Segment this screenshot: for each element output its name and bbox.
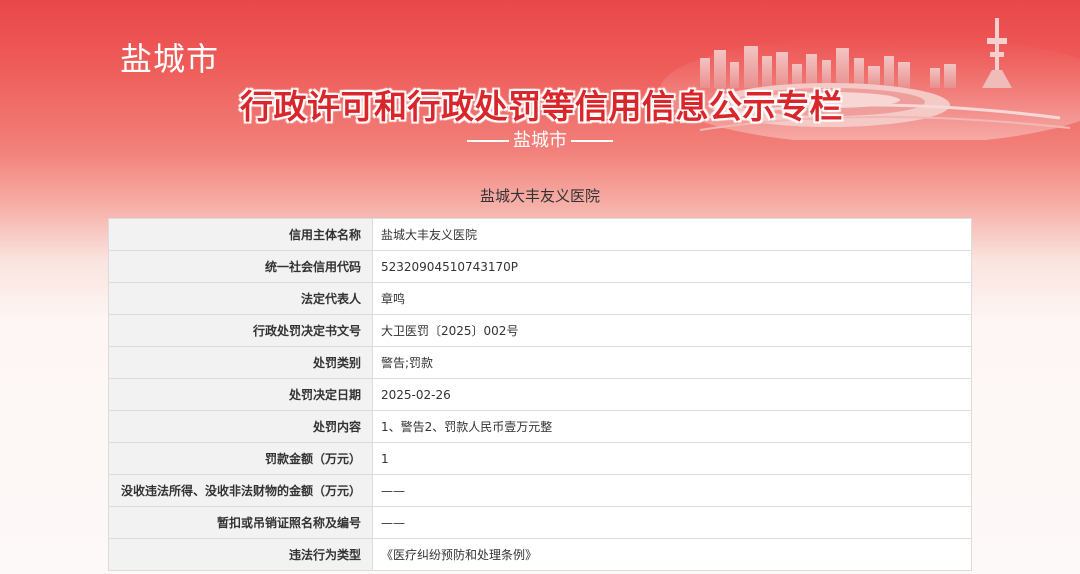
row-value: —— bbox=[372, 474, 972, 507]
row-value: 章鸣 bbox=[372, 282, 972, 315]
penalty-info-table: 信用主体名称 盐城大丰友义医院 统一社会信用代码 523209045107431… bbox=[108, 218, 972, 571]
table-row: 行政处罚决定书文号 大卫医罚〔2025〕002号 bbox=[108, 314, 972, 347]
banner: 盐城市 行政许可和行政处罚等信用信息公示专栏 盐城市 bbox=[0, 0, 1080, 190]
table-row: 没收违法所得、没收非法财物的金额（万元） —— bbox=[108, 474, 972, 507]
row-label: 罚款金额（万元） bbox=[108, 442, 373, 475]
row-value: 大卫医罚〔2025〕002号 bbox=[372, 314, 972, 347]
row-label: 法定代表人 bbox=[108, 282, 373, 315]
table-row: 信用主体名称 盐城大丰友义医院 bbox=[108, 218, 972, 251]
city-title: 盐城市 bbox=[120, 40, 220, 78]
row-label: 违法行为类型 bbox=[108, 538, 373, 571]
table-row: 处罚决定日期 2025-02-26 bbox=[108, 378, 972, 411]
subtitle: 盐城市 bbox=[0, 126, 1080, 152]
row-label: 处罚决定日期 bbox=[108, 378, 373, 411]
row-value: 警告;罚款 bbox=[372, 346, 972, 379]
table-row: 法定代表人 章鸣 bbox=[108, 282, 972, 315]
row-value: 盐城大丰友义医院 bbox=[372, 218, 972, 251]
row-value: 52320904510743170P bbox=[372, 250, 972, 283]
row-label: 行政处罚决定书文号 bbox=[108, 314, 373, 347]
table-row: 违法行为类型 《医疗纠纷预防和处理条例》 bbox=[108, 538, 972, 571]
table-row: 统一社会信用代码 52320904510743170P bbox=[108, 250, 972, 283]
page-title: 行政许可和行政处罚等信用信息公示专栏 bbox=[240, 87, 843, 126]
row-label: 统一社会信用代码 bbox=[108, 250, 373, 283]
row-value: —— bbox=[372, 506, 972, 539]
row-label: 处罚内容 bbox=[108, 410, 373, 443]
row-value: 1、警告2、罚款人民币壹万元整 bbox=[372, 410, 972, 443]
row-label: 没收违法所得、没收非法财物的金额（万元） bbox=[108, 474, 373, 507]
organization-name: 盐城大丰友义医院 bbox=[479, 187, 600, 205]
row-value: 1 bbox=[372, 442, 972, 475]
row-label: 处罚类别 bbox=[108, 346, 373, 379]
subtitle-dash-right bbox=[571, 140, 613, 142]
table-row: 处罚内容 1、警告2、罚款人民币壹万元整 bbox=[108, 410, 972, 443]
subtitle-dash-left bbox=[467, 140, 509, 142]
table-row: 罚款金额（万元） 1 bbox=[108, 442, 972, 475]
table-row: 处罚类别 警告;罚款 bbox=[108, 346, 972, 379]
table-row: 暂扣或吊销证照名称及编号 —— bbox=[108, 506, 972, 539]
row-label: 暂扣或吊销证照名称及编号 bbox=[108, 506, 373, 539]
subtitle-text: 盐城市 bbox=[513, 130, 567, 151]
row-value: 2025-02-26 bbox=[372, 378, 972, 411]
row-label: 信用主体名称 bbox=[108, 218, 373, 251]
row-value: 《医疗纠纷预防和处理条例》 bbox=[372, 538, 972, 571]
